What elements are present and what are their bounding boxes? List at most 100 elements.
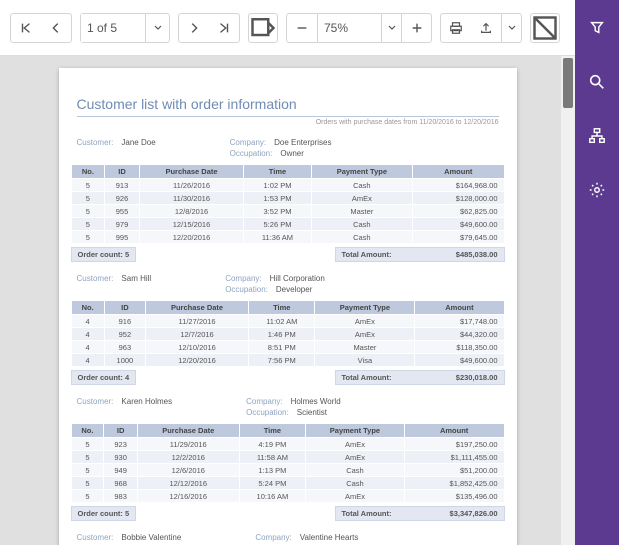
occupation-value: Developer [276, 285, 312, 294]
total-amount: Total Amount: $485,038.00 [335, 247, 505, 262]
scroll-thumb[interactable] [563, 58, 573, 108]
zoom-dropdown-button[interactable] [381, 14, 401, 42]
table-row: 495212/7/20161:46 PMAmEx$44,320.00 [71, 328, 504, 341]
table-row: 591311/26/20161:02 PMCash$164,968.00 [71, 179, 504, 192]
column-header: Payment Type [315, 301, 415, 315]
search-tab-button[interactable] [579, 10, 615, 46]
page-info-group [80, 13, 170, 43]
occupation-value: Scientist [297, 408, 327, 417]
column-header: ID [105, 165, 140, 179]
table-row: 597912/15/20165:26 PMCash$49,600.00 [71, 218, 504, 231]
export-button[interactable] [471, 14, 501, 42]
report-title: Customer list with order information [77, 96, 499, 117]
orders-table: No.IDPurchase DateTimePayment TypeAmount… [71, 164, 505, 244]
customer-name: Sam Hill [121, 274, 151, 283]
summary-row: Order count: 4 Total Amount: $230,018.00 [71, 370, 505, 385]
customer-label: Customer: [77, 138, 114, 147]
column-header: Purchase Date [146, 301, 249, 315]
company-label: Company: [246, 397, 282, 406]
customer-label: Customer: [77, 533, 114, 542]
summary-row: Order count: 5 Total Amount: $485,038.00 [71, 247, 505, 262]
document-map-button[interactable] [579, 118, 615, 154]
orders-table: No.IDPurchase DateTimePayment TypeAmount… [71, 423, 505, 503]
customer-name: Bobbie Valentine [121, 533, 181, 542]
summary-row: Order count: 5 Total Amount: $3,347,826.… [71, 506, 505, 521]
output-group [440, 13, 522, 43]
table-row: 598312/16/201610:16 AMAmEx$135,496.00 [71, 490, 504, 503]
column-header: No. [71, 424, 104, 438]
column-header: No. [71, 165, 105, 179]
company-label: Company: [230, 138, 266, 147]
table-row: 594912/6/20161:13 PMCash$51,200.00 [71, 464, 504, 477]
company-name: Valentine Hearts [300, 533, 359, 542]
table-row: 592611/30/20161:53 PMAmEx$128,000.00 [71, 192, 504, 205]
zoom-out-button[interactable] [287, 14, 317, 42]
vertical-scrollbar[interactable] [561, 56, 575, 545]
customer-name: Jane Doe [121, 138, 155, 147]
next-page-button[interactable] [179, 14, 209, 42]
column-header: Payment Type [306, 424, 405, 438]
customer-label: Customer: [77, 397, 114, 406]
table-row: 491611/27/201611:02 AMAmEx$17,748.00 [71, 315, 504, 328]
total-amount: Total Amount: $230,018.00 [335, 370, 505, 385]
settings-button[interactable] [579, 172, 615, 208]
page-nav-group [10, 13, 72, 43]
prev-page-button[interactable] [41, 14, 71, 42]
company-name: Doe Enterprises [274, 138, 331, 147]
find-button[interactable] [579, 64, 615, 100]
column-header: Time [239, 424, 306, 438]
company-label: Company: [255, 533, 291, 542]
order-count: Order count: 5 [71, 506, 137, 521]
column-header: Time [249, 301, 315, 315]
toolbar [0, 0, 619, 56]
export-dropdown-button[interactable] [501, 14, 521, 42]
page-dropdown-button[interactable] [145, 14, 169, 42]
table-row: 593012/2/201611:58 AMAmEx$1,111,455.00 [71, 451, 504, 464]
company-name: Hill Corporation [270, 274, 325, 283]
customer-header: Customer: Jane Doe Company: Doe Enterprise… [71, 136, 505, 160]
table-row: 592311/29/20164:19 PMAmEx$197,250.00 [71, 438, 504, 451]
page-info-input[interactable] [81, 14, 145, 42]
zoom-input[interactable] [317, 14, 381, 42]
customer-label: Customer: [77, 274, 114, 283]
table-row: 596812/12/20165:24 PMCash$1,852,425.00 [71, 477, 504, 490]
first-page-button[interactable] [11, 14, 41, 42]
customer-header: Customer: Sam Hill Company: Hill Corporati… [71, 272, 505, 296]
column-header: Amount [413, 165, 504, 179]
occupation-value: Owner [280, 149, 304, 158]
report-page: Customer list with order information Ord… [59, 68, 517, 545]
column-header: Amount [404, 424, 504, 438]
column-header: No. [71, 301, 104, 315]
customer-header: Customer: Bobbie Valentine Company: Valent… [71, 531, 505, 545]
report-subtitle: Orders with purchase dates from 11/20/20… [77, 119, 499, 126]
cancel-build-button[interactable] [530, 13, 560, 43]
last-page-button[interactable] [209, 14, 239, 42]
order-count: Order count: 4 [71, 370, 137, 385]
occupation-label: Occupation: [246, 408, 289, 417]
zoom-in-button[interactable] [401, 14, 431, 42]
table-row: 496312/10/20168:51 PMMaster$118,350.00 [71, 341, 504, 354]
column-header: Purchase Date [137, 424, 239, 438]
sidebar [575, 0, 619, 545]
company-name: Holmes World [291, 397, 341, 406]
company-label: Company: [225, 274, 261, 283]
page-nav-next-group [178, 13, 240, 43]
total-amount: Total Amount: $3,347,826.00 [335, 506, 505, 521]
zoom-group [286, 13, 432, 43]
column-header: Purchase Date [139, 165, 244, 179]
column-header: Time [244, 165, 311, 179]
order-count: Order count: 5 [71, 247, 137, 262]
column-header: ID [104, 424, 138, 438]
column-header: ID [104, 301, 145, 315]
table-row: 595512/8/20163:52 PMMaster$62,825.00 [71, 205, 504, 218]
report-viewport[interactable]: Customer list with order information Ord… [0, 56, 575, 545]
highlight-fields-button[interactable] [248, 13, 278, 43]
column-header: Payment Type [311, 165, 412, 179]
column-header: Amount [415, 301, 504, 315]
print-button[interactable] [441, 14, 471, 42]
occupation-label: Occupation: [230, 149, 273, 158]
customer-name: Karen Holmes [121, 397, 172, 406]
occupation-label: Occupation: [225, 285, 268, 294]
table-row: 4100012/20/20167:56 PMVisa$49,600.00 [71, 354, 504, 367]
customer-header: Customer: Karen Holmes Company: Holmes Wor… [71, 395, 505, 419]
